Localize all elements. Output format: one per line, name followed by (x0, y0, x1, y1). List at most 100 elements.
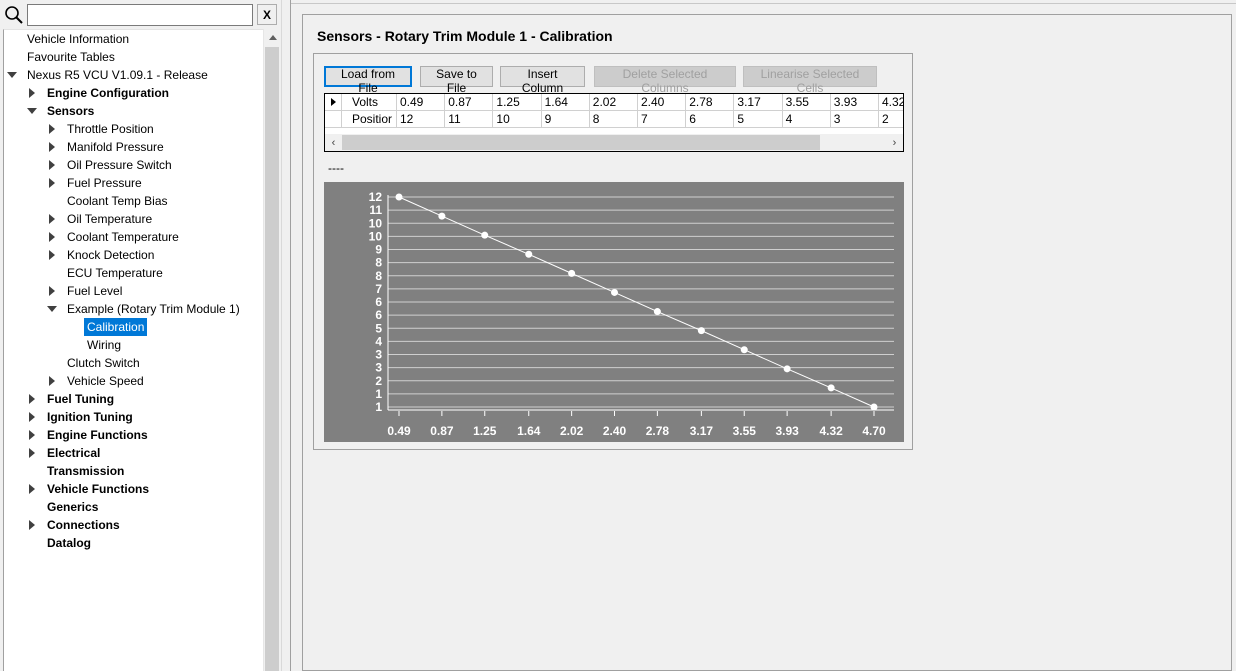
expand-right-arrow-icon[interactable] (27, 480, 37, 498)
row-header[interactable]: Volts (342, 94, 397, 111)
row-selector[interactable] (325, 111, 342, 128)
pane-splitter[interactable] (281, 0, 290, 671)
tree-item[interactable]: Transmission (4, 462, 262, 480)
tree-vertical-scrollbar[interactable] (263, 29, 280, 671)
search-icon[interactable] (4, 5, 24, 25)
expand-right-arrow-icon[interactable] (47, 138, 57, 156)
tree-item[interactable]: Vehicle Information (4, 30, 262, 48)
tree-item[interactable]: Knock Detection (4, 246, 262, 264)
current-row-arrow-icon[interactable] (325, 94, 342, 111)
expand-right-arrow-icon[interactable] (47, 228, 57, 246)
expand-right-arrow-icon[interactable] (47, 246, 57, 264)
data-point[interactable] (481, 231, 489, 239)
clear-search-button[interactable]: X (257, 4, 277, 25)
expand-right-arrow-icon[interactable] (27, 408, 37, 426)
table-cell[interactable]: 4 (782, 111, 831, 128)
tree-item[interactable]: Connections (4, 516, 262, 534)
expand-right-arrow-icon[interactable] (47, 210, 57, 228)
tree-item[interactable]: Fuel Tuning (4, 390, 262, 408)
data-point[interactable] (653, 308, 661, 316)
scroll-left-arrow-icon[interactable]: ‹ (325, 134, 342, 151)
expand-right-arrow-icon[interactable] (47, 282, 57, 300)
tree-item[interactable]: Fuel Level (4, 282, 262, 300)
table-cell[interactable]: 6 (686, 111, 735, 128)
table-cell[interactable]: 3 (830, 111, 879, 128)
delete-selected-columns-button[interactable]: Delete Selected Columns (594, 66, 736, 95)
table-cell[interactable]: 3.17 (734, 94, 783, 111)
tree-item[interactable]: Ignition Tuning (4, 408, 262, 426)
save-to-file-button[interactable]: Save to File (420, 66, 493, 95)
tree-item[interactable]: Generics (4, 498, 262, 516)
table-cell[interactable]: 0.87 (445, 94, 494, 111)
expand-right-arrow-icon[interactable] (47, 174, 57, 192)
tree-item[interactable]: Manifold Pressure (4, 138, 262, 156)
tree-item[interactable]: Coolant Temp Bias (4, 192, 262, 210)
tree-item[interactable]: Calibration (4, 318, 262, 336)
expand-right-arrow-icon[interactable] (27, 390, 37, 408)
table-cell[interactable]: 11 (445, 111, 494, 128)
table-horizontal-scrollbar[interactable]: ‹ › (325, 134, 903, 151)
table-cell[interactable]: 7 (638, 111, 687, 128)
table-cell[interactable]: 10 (493, 111, 542, 128)
expand-right-arrow-icon[interactable] (47, 156, 57, 174)
tree-item[interactable]: Coolant Temperature (4, 228, 262, 246)
expand-right-arrow-icon[interactable] (27, 444, 37, 462)
tree-item[interactable]: Electrical (4, 444, 262, 462)
search-input[interactable] (27, 4, 253, 26)
tree-item[interactable]: Vehicle Functions (4, 480, 262, 498)
expand-right-arrow-icon[interactable] (27, 84, 37, 102)
scroll-right-arrow-icon[interactable]: › (886, 134, 903, 151)
expand-down-arrow-icon[interactable] (47, 300, 57, 318)
linearise-selected-cells-button[interactable]: Linearise Selected Cells (743, 66, 877, 95)
tree-item[interactable]: Engine Configuration (4, 84, 262, 102)
table-cell[interactable]: 1.64 (541, 94, 590, 111)
tree-scroll-thumb[interactable] (265, 47, 279, 671)
table-cell[interactable]: 4.32 (879, 94, 903, 111)
expand-right-arrow-icon[interactable] (27, 516, 37, 534)
data-point[interactable] (783, 365, 791, 373)
row-header[interactable]: Positior (342, 111, 397, 128)
data-point[interactable] (827, 384, 835, 392)
table-cell[interactable]: 9 (541, 111, 590, 128)
tree-item[interactable]: Vehicle Speed (4, 372, 262, 390)
table-cell[interactable]: 12 (397, 111, 446, 128)
tree-item[interactable]: Sensors (4, 102, 262, 120)
expand-down-arrow-icon[interactable] (7, 66, 17, 84)
table-cell[interactable]: 2.02 (589, 94, 638, 111)
data-point[interactable] (525, 250, 533, 258)
data-point[interactable] (697, 327, 705, 335)
data-point[interactable] (568, 269, 576, 277)
table-cell[interactable]: 1.25 (493, 94, 542, 111)
table-scroll-thumb[interactable] (342, 135, 820, 150)
expand-right-arrow-icon[interactable] (47, 120, 57, 138)
calibration-table[interactable]: Volts 0.49 0.87 1.25 1.64 2.02 2.40 2.78 3.17 3.5… (324, 93, 904, 152)
table-cell[interactable]: 2 (879, 111, 903, 128)
tree-item[interactable]: Clutch Switch (4, 354, 262, 372)
table-cell[interactable]: 2.40 (638, 94, 687, 111)
expand-right-arrow-icon[interactable] (27, 426, 37, 444)
scroll-up-arrow-icon[interactable] (264, 29, 281, 46)
data-point[interactable] (395, 193, 403, 201)
expand-right-arrow-icon[interactable] (47, 372, 57, 390)
load-from-file-button[interactable]: Load from File (324, 66, 412, 95)
tree-item[interactable]: Engine Functions (4, 426, 262, 444)
expand-down-arrow-icon[interactable] (27, 102, 37, 120)
table-cell[interactable]: 3.93 (830, 94, 879, 111)
data-point[interactable] (438, 212, 446, 220)
tree-item[interactable]: Nexus R5 VCU V1.09.1 - Release (4, 66, 262, 84)
data-point[interactable] (870, 403, 878, 411)
tree-item[interactable]: ECU Temperature (4, 264, 262, 282)
tree-item[interactable]: Wiring (4, 336, 262, 354)
insert-column-button[interactable]: Insert Column (500, 66, 585, 95)
tree-item[interactable]: Favourite Tables (4, 48, 262, 66)
tree-item[interactable]: Example (Rotary Trim Module 1) (4, 300, 262, 318)
table-cell[interactable]: 5 (734, 111, 783, 128)
data-point[interactable] (740, 346, 748, 354)
tree-item[interactable]: Throttle Position (4, 120, 262, 138)
table-cell[interactable]: 2.78 (686, 94, 735, 111)
tree-item[interactable]: Datalog (4, 534, 262, 552)
data-point[interactable] (610, 288, 618, 296)
tree-item[interactable]: Oil Temperature (4, 210, 262, 228)
table-cell[interactable]: 0.49 (397, 94, 446, 111)
tree-item[interactable]: Oil Pressure Switch (4, 156, 262, 174)
